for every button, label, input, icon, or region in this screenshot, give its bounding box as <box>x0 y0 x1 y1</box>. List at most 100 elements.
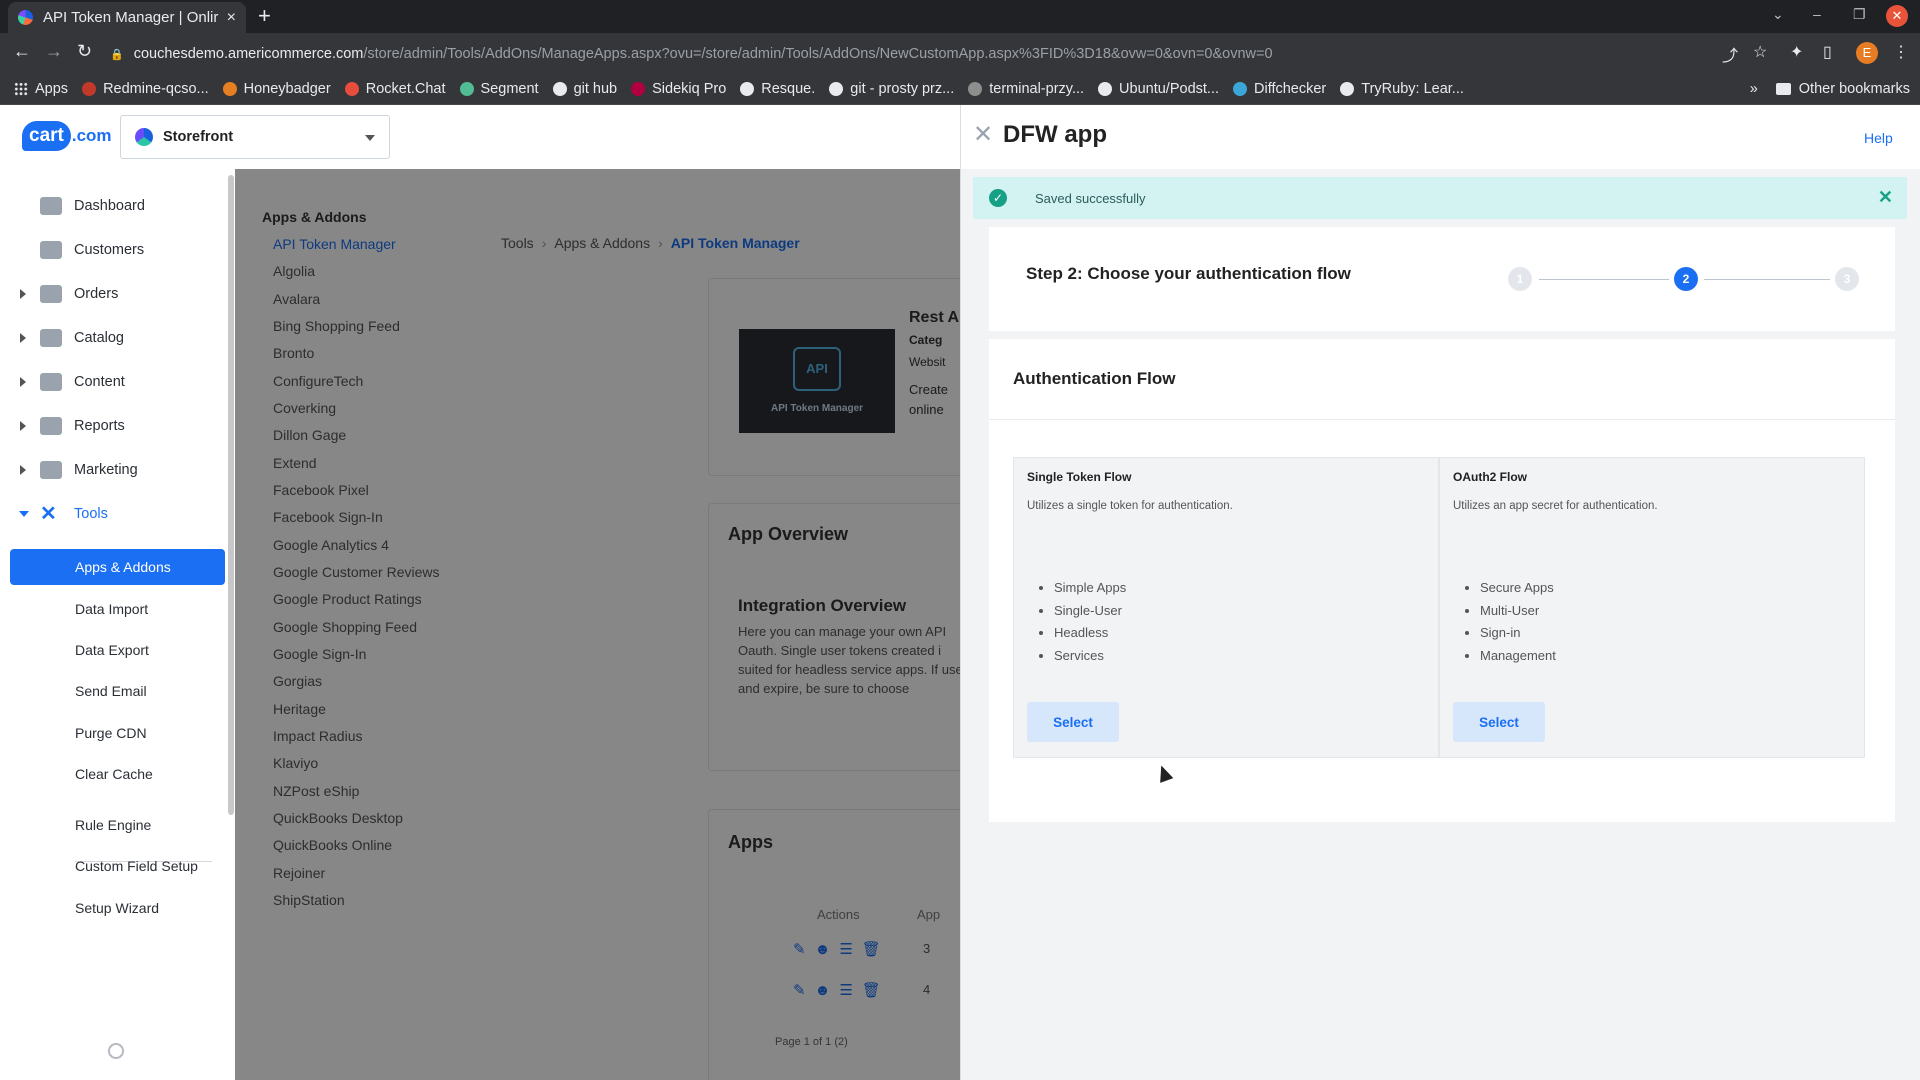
cart-logo[interactable]: cart .com <box>22 119 112 153</box>
site-favicon-icon <box>18 10 33 25</box>
bookmark-resque[interactable]: Resque. <box>740 81 815 97</box>
step-card: Step 2: Choose your authentication flow … <box>989 227 1895 331</box>
list-item: Secure Apps <box>1480 580 1556 603</box>
panel-title: DFW app <box>1003 121 1107 148</box>
bookmark-github[interactable]: git hub <box>552 81 617 97</box>
bookmark-honeybadger[interactable]: Honeybadger <box>222 81 331 97</box>
sidebar-sub-custom-field-setup[interactable]: Custom Field Setup <box>10 848 225 884</box>
modal-backdrop[interactable] <box>235 169 960 1080</box>
select-oauth2-button[interactable]: Select <box>1453 702 1545 742</box>
extensions-icon[interactable]: ✦ <box>1790 42 1803 62</box>
ubuntu-icon <box>1098 81 1113 96</box>
sidebar-item-dashboard[interactable]: Dashboard <box>0 188 225 224</box>
tab-search-icon[interactable]: ⌄ <box>1772 6 1784 23</box>
bookmark-rocketchat[interactable]: Rocket.Chat <box>344 81 446 97</box>
address-bar[interactable]: 🔒 couchesdemo.americommerce.com /store/a… <box>110 42 1273 66</box>
sidebar-sub-apps-addons[interactable]: Apps & Addons <box>10 549 225 585</box>
side-panel-icon[interactable]: ▯ <box>1823 42 1832 62</box>
bookmarks-overflow-icon[interactable]: » <box>1750 81 1758 97</box>
bookmark-sidekiq[interactable]: Sidekiq Pro <box>631 81 726 97</box>
expand-arrow-icon <box>20 333 26 343</box>
browser-tab[interactable]: API Token Manager | Onlir × <box>8 2 246 33</box>
sidebar-sub-data-import[interactable]: Data Import <box>10 591 225 627</box>
sidebar-sub-data-export[interactable]: Data Export <box>10 632 225 668</box>
browser-toolbar: ← → ↻ 🔒 couchesdemo.americommerce.com /s… <box>0 33 1920 73</box>
list-item: Simple Apps <box>1054 580 1126 603</box>
new-tab-icon[interactable]: + <box>258 4 271 28</box>
bookmark-tryruby[interactable]: TryRuby: Lear... <box>1340 81 1464 97</box>
sidebar-item-orders[interactable]: Orders <box>0 276 225 312</box>
browser-tab-strip: API Token Manager | Onlir × + ⌄ – ❐ ✕ <box>0 0 1920 33</box>
panel-close-icon[interactable]: ✕ <box>973 123 993 147</box>
divider <box>989 419 1895 420</box>
chevron-down-icon <box>365 135 375 141</box>
tab-close-icon[interactable]: × <box>227 9 236 27</box>
select-single-token-button[interactable]: Select <box>1027 702 1119 742</box>
collapse-arrow-icon <box>19 511 29 517</box>
url-path: /store/admin/Tools/AddOns/ManageApps.asp… <box>363 46 1273 62</box>
list-item: Multi-User <box>1480 603 1556 626</box>
sidebar-sub-rule-engine[interactable]: Rule Engine <box>10 807 225 843</box>
step-title: Step 2: Choose your authentication flow <box>1026 264 1351 283</box>
marketing-chart-icon <box>40 461 62 479</box>
step-indicator-1: 1 <box>1508 267 1532 291</box>
customers-icon <box>40 241 62 259</box>
check-circle-icon: ✓ <box>989 189 1007 207</box>
reports-icon <box>40 417 62 435</box>
bookmark-star-icon[interactable]: ☆ <box>1753 42 1767 62</box>
loading-spinner-icon <box>104 1039 128 1063</box>
sidekiq-icon <box>631 81 646 96</box>
sidebar-sub-clear-cache[interactable]: Clear Cache <box>10 756 225 792</box>
bookmark-apps[interactable]: Apps <box>14 81 68 97</box>
store-selector[interactable]: Storefront <box>120 115 390 159</box>
folder-icon <box>1775 83 1791 95</box>
expand-arrow-icon <box>20 377 26 387</box>
catalog-icon <box>40 329 62 347</box>
sidebar-item-marketing[interactable]: Marketing <box>0 452 225 488</box>
diffchecker-icon <box>1233 81 1247 96</box>
bookmark-redmine[interactable]: Redmine-qcso... <box>82 81 209 97</box>
sidebar: Dashboard Customers Orders Catalog Conte… <box>0 169 235 1080</box>
sidebar-item-tools[interactable]: ✕ Tools <box>0 496 225 532</box>
bookmarks-right: » Other bookmarks <box>1750 73 1910 105</box>
restore-icon[interactable]: ❐ <box>1853 6 1866 23</box>
sidebar-sub-purge-cdn[interactable]: Purge CDN <box>10 715 225 751</box>
toast-message: Saved successfully <box>1035 190 1146 206</box>
bookmark-ubuntu[interactable]: Ubuntu/Podst... <box>1098 81 1219 97</box>
sidebar-scrollbar[interactable] <box>228 175 234 815</box>
bookmark-diffchecker[interactable]: Diffchecker <box>1233 81 1326 97</box>
storefront-icon <box>135 128 153 146</box>
sidebar-item-customers[interactable]: Customers <box>0 232 225 268</box>
lock-icon: 🔒 <box>110 48 124 61</box>
other-bookmarks[interactable]: Other bookmarks <box>1799 81 1910 97</box>
help-link[interactable]: Help <box>1864 130 1893 146</box>
sidebar-item-catalog[interactable]: Catalog <box>0 320 225 356</box>
url-host: couchesdemo.americommerce.com <box>133 46 364 62</box>
sidebar-sub-send-email[interactable]: Send Email <box>10 673 225 709</box>
share-icon[interactable]: ⤴ <box>1722 42 1738 66</box>
minimize-icon[interactable]: – <box>1813 6 1821 22</box>
browser-menu-icon[interactable]: ⋮ <box>1893 42 1909 62</box>
forward-icon[interactable]: → <box>45 41 63 62</box>
back-icon[interactable]: ← <box>13 41 31 62</box>
content-icon <box>40 373 62 391</box>
flow-feature-list: Simple Apps Single-User Headless Service… <box>1054 580 1126 670</box>
bookmark-git-prosty[interactable]: git - prosty prz... <box>829 81 954 97</box>
expand-arrow-icon <box>20 465 26 475</box>
profile-avatar[interactable]: E <box>1856 42 1878 64</box>
window-close-icon[interactable]: ✕ <box>1886 5 1908 27</box>
bookmark-terminal[interactable]: terminal-przy... <box>968 81 1084 97</box>
reload-icon[interactable]: ↻ <box>77 41 92 62</box>
sidebar-sub-setup-wizard[interactable]: Setup Wizard <box>10 890 225 926</box>
sidebar-item-content[interactable]: Content <box>0 364 225 400</box>
toast-close-icon[interactable]: ✕ <box>1878 187 1893 208</box>
list-item: Single-User <box>1054 603 1126 626</box>
dfw-app-panel: ✕ DFW app Help ✓ Saved successfully ✕ St… <box>960 105 1920 1080</box>
step-connector <box>1539 279 1669 280</box>
honeybadger-icon <box>222 81 237 96</box>
apps-grid-icon <box>14 81 28 96</box>
step-indicator-3: 3 <box>1835 267 1859 291</box>
list-item: Management <box>1480 648 1556 671</box>
bookmark-segment[interactable]: Segment <box>459 81 539 97</box>
sidebar-item-reports[interactable]: Reports <box>0 408 225 444</box>
